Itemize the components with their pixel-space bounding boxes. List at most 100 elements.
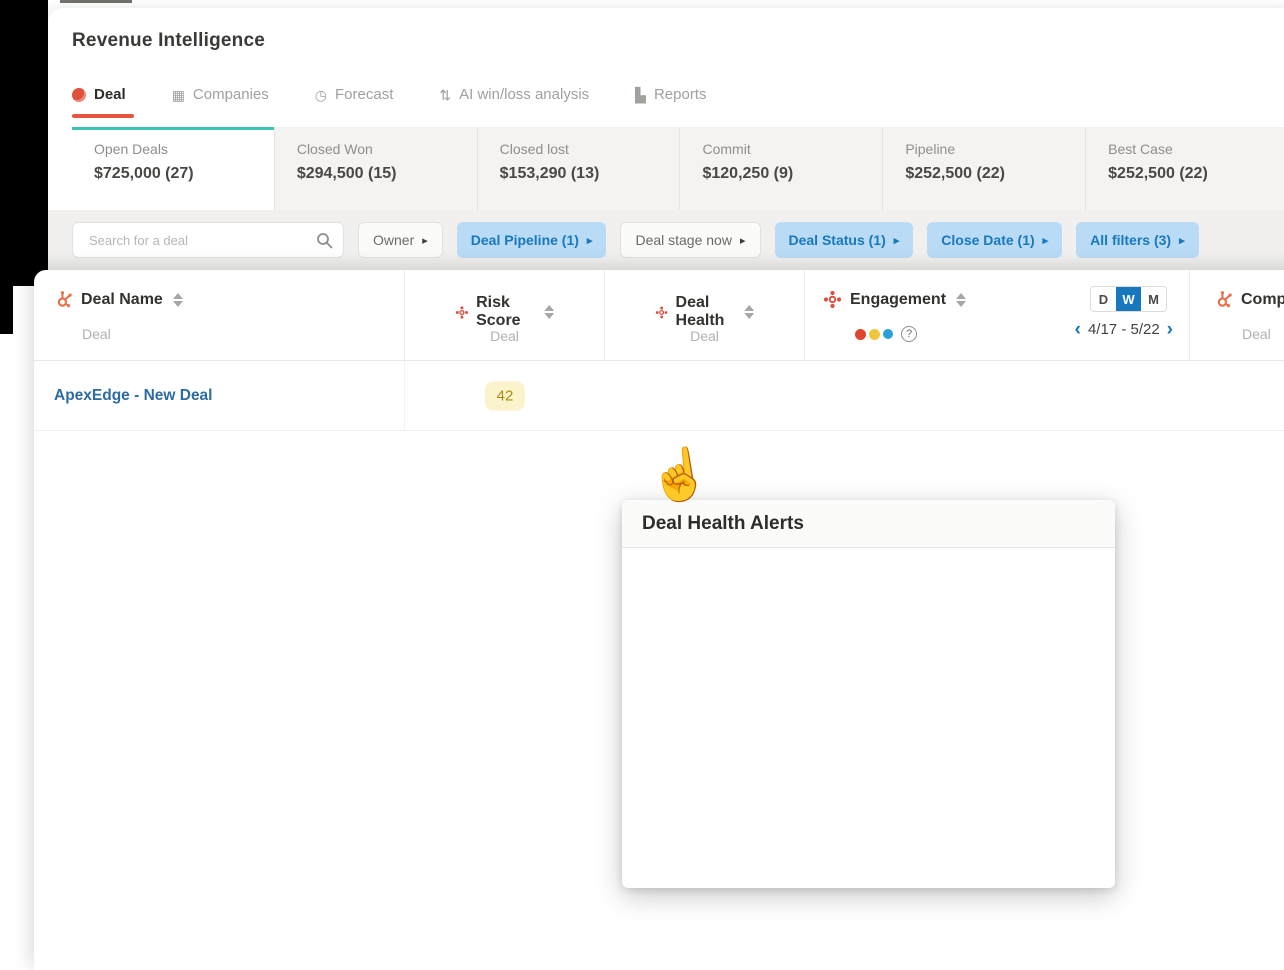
legend-dot <box>869 329 880 340</box>
summary-card-commit[interactable]: Commit $120,250 (9) <box>679 127 882 210</box>
filter-button-deal-pipeline-1-[interactable]: Deal Pipeline (1)▸ <box>457 222 607 258</box>
background-dark-strip <box>0 0 48 286</box>
summary-card-pipeline[interactable]: Pipeline$252,500 (22) <box>882 127 1085 210</box>
next-range-icon[interactable]: › <box>1167 320 1173 339</box>
hubspot-icon <box>54 290 73 309</box>
date-range-nav: ‹ 4/17 - 5/22 › <box>1075 320 1173 339</box>
nav-tabs: Deal ▦Companies ◷Forecast ⇅AI win/loss anal… <box>72 86 706 103</box>
table-header: Deal Name Deal Risk Score Deal <box>34 270 1284 361</box>
gong-icon <box>455 303 468 322</box>
active-tab-underline <box>72 114 134 118</box>
column-header-company[interactable]: Comp Deal <box>1190 270 1284 360</box>
nav-tab-deal[interactable]: Deal <box>72 86 126 103</box>
summary-card-label: Open Deals <box>94 141 274 157</box>
filter-button-label: Deal Pipeline (1) <box>471 232 579 248</box>
filter-button-all-filters-3-[interactable]: All filters (3) ▸ <box>1076 222 1198 258</box>
column-subtitle: Deal <box>690 328 719 344</box>
legend-dot <box>883 329 893 339</box>
filter-button-deal-status-1-[interactable]: Deal Status (1) ▸ <box>775 222 914 258</box>
summary-card-open-deals[interactable]: Open Deals $725,000 (27) <box>72 127 274 210</box>
chevron-right-icon: ▸ <box>1179 234 1185 247</box>
nav-tab-ai-win-loss-analysis[interactable]: ⇅AI win/loss analysis <box>439 86 589 103</box>
sort-arrows-icon[interactable] <box>173 293 183 307</box>
background-window-edge <box>60 0 132 3</box>
column-header-engagement[interactable]: Engagement ? DWM ‹ 4/17 - 5/22 › <box>805 270 1190 360</box>
column-subtitle: Deal <box>82 326 111 342</box>
risk-score-cell: 42 <box>405 361 605 430</box>
popup-alerts-list <box>622 600 1115 636</box>
summary-card-value: $153,290 (13) <box>500 165 680 183</box>
column-title: Comp <box>1241 291 1284 309</box>
summary-card-value: $120,250 (9) <box>702 165 882 183</box>
deal-search-box[interactable] <box>72 222 344 258</box>
chevron-right-icon: ▸ <box>740 234 746 247</box>
column-header-deal-name[interactable]: Deal Name Deal <box>34 270 405 360</box>
filter-button-deal-stage-now[interactable]: Deal stage now ▸ <box>620 222 760 258</box>
nav-tab-label: Companies <box>193 86 269 103</box>
table-body: ApexEdge - New Deal 42 <box>34 361 1284 431</box>
granularity-d[interactable]: D <box>1091 287 1116 311</box>
granularity-m[interactable]: M <box>1141 287 1166 311</box>
filter-bar: Owner▸Deal Pipeline (1)▸Deal stage now▸D… <box>48 210 1284 270</box>
help-icon[interactable]: ? <box>901 326 917 342</box>
column-title: Engagement <box>850 291 946 309</box>
nav-tab-reports[interactable]: ▙Reports <box>635 86 706 103</box>
nav-tab-label: Forecast <box>335 86 393 103</box>
pointer-hand-cursor: ☝ <box>645 446 714 504</box>
granularity-toggle: DWM <box>1090 286 1167 312</box>
popup-tabs <box>622 548 1115 600</box>
column-header-deal-health[interactable]: Deal Health Deal <box>605 270 805 360</box>
popup-title: Deal Health Alerts <box>622 500 1115 548</box>
filter-button-label: All filters (3) <box>1090 232 1171 248</box>
date-range-label: 4/17 - 5/22 <box>1088 321 1160 338</box>
background-dark-strip-lower <box>0 286 13 334</box>
revenue-intelligence-panel: Revenue Intelligence Deal ▦Companies ◷Fore… <box>48 8 1284 270</box>
chevron-right-icon: ▸ <box>1043 234 1049 247</box>
search-input[interactable] <box>87 232 308 249</box>
column-subtitle: Deal <box>1242 326 1271 342</box>
search-icon <box>316 232 333 249</box>
summary-cards-row: Open Deals $725,000 (27) Closed Won $294,50… <box>72 127 1284 210</box>
summary-card-value: $294,500 (15) <box>297 165 477 183</box>
nav-tab-companies[interactable]: ▦Companies <box>172 86 269 103</box>
prev-range-icon[interactable]: ‹ <box>1075 320 1081 339</box>
column-header-risk-score[interactable]: Risk Score Deal <box>405 270 605 360</box>
gong-logo-icon <box>72 88 86 102</box>
chevron-right-icon: ▸ <box>894 234 900 247</box>
gong-icon <box>655 303 668 322</box>
filter-button-label: Deal stage now <box>635 232 732 248</box>
sort-arrows-icon[interactable] <box>744 305 754 319</box>
hubspot-icon <box>1214 290 1233 309</box>
column-title: Deal Name <box>81 291 163 309</box>
column-title: Risk Score <box>476 294 534 330</box>
sort-arrows-icon[interactable] <box>544 305 554 319</box>
filter-button-owner[interactable]: Owner ▸ <box>358 222 443 258</box>
nav-tab-label: Deal <box>94 86 126 103</box>
sort-arrows-icon[interactable] <box>956 293 966 307</box>
filter-button-close-date-1-[interactable]: Close Date (1)▸ <box>927 222 1062 258</box>
page-title: Revenue Intelligence <box>72 30 265 52</box>
nav-tab-label: Reports <box>654 86 707 103</box>
risk-score-badge: 42 <box>485 381 525 410</box>
column-title: Deal Health <box>676 294 735 330</box>
filter-button-label: Owner <box>373 232 414 248</box>
winloss-icon: ⇅ <box>439 88 451 102</box>
deal-name-link[interactable]: ApexEdge - New Deal <box>54 387 213 405</box>
chevron-right-icon: ▸ <box>422 234 428 247</box>
legend-dot <box>855 329 866 340</box>
table-row: ApexEdge - New Deal 42 <box>34 361 1284 431</box>
summary-card-label: Commit <box>702 141 882 157</box>
summary-card-value: $725,000 (27) <box>94 165 274 183</box>
summary-card-closed-lost[interactable]: Closed lost $153,290 (13) <box>477 127 680 210</box>
summary-card-label: Closed Won <box>297 141 477 157</box>
deal-health-alerts-popup: Deal Health Alerts <box>622 500 1115 888</box>
summary-card-closed-won[interactable]: Closed Won $294,500 (15) <box>274 127 477 210</box>
summary-card-label: Best Case <box>1108 141 1284 157</box>
filter-button-label: Deal Status (1) <box>789 232 886 248</box>
summary-card-label: Pipeline <box>905 141 1085 157</box>
nav-tab-forecast[interactable]: ◷Forecast <box>315 86 394 103</box>
summary-card-label: Closed lost <box>500 141 680 157</box>
summary-card-best-case[interactable]: Best Case$252,500 (22) <box>1085 127 1284 210</box>
granularity-w[interactable]: W <box>1116 287 1141 311</box>
engagement-legend-dots: ? <box>855 326 917 342</box>
